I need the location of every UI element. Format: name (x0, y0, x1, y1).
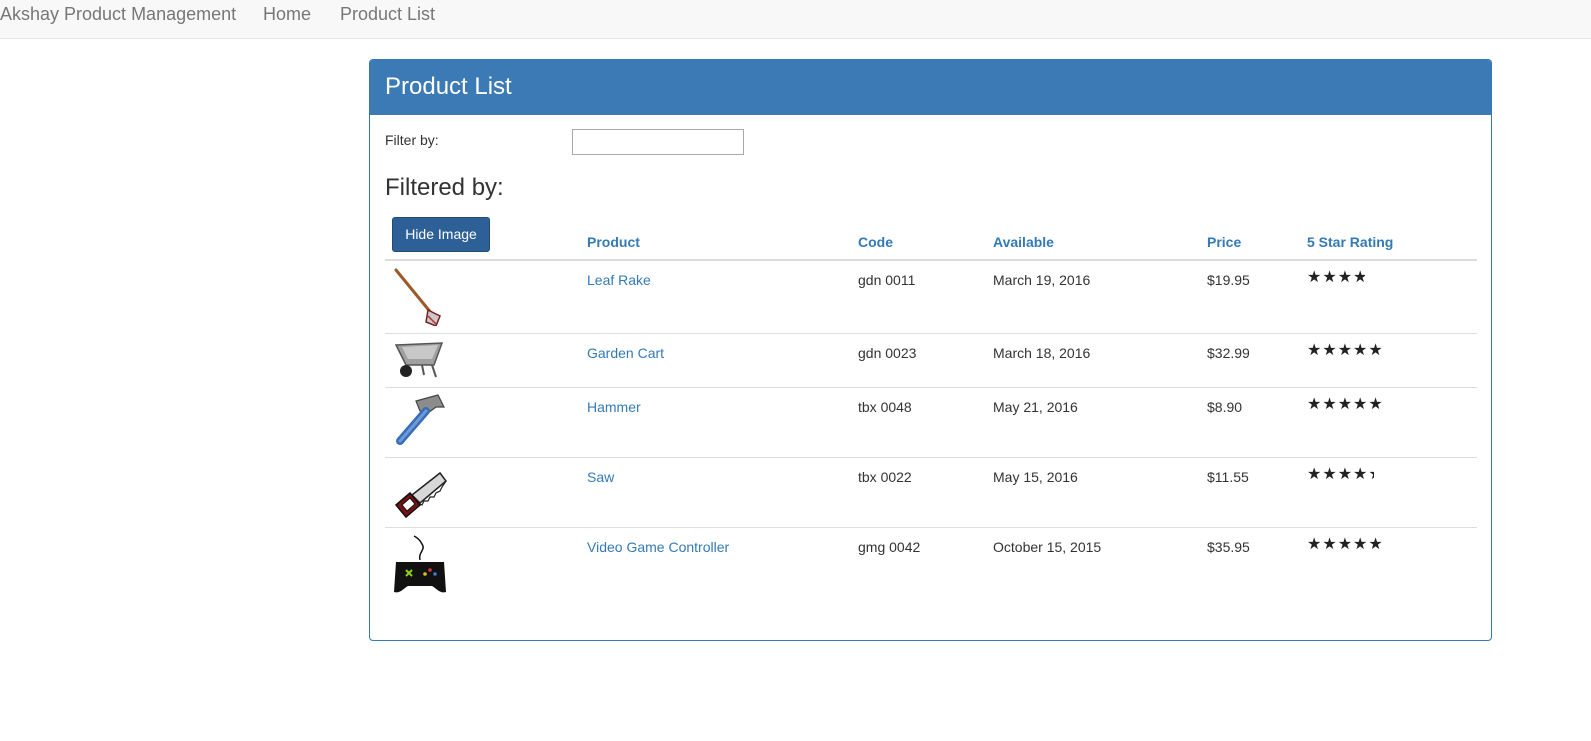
row-divider (385, 387, 1477, 388)
panel-title: Product List (385, 73, 512, 100)
nav-link-home[interactable]: Home (263, 4, 311, 24)
header-product[interactable]: Product (587, 234, 640, 250)
star-rating: ★★★★★ (1307, 537, 1384, 553)
filtered-by-heading: Filtered by: (385, 174, 504, 201)
panel-heading: Product List (370, 60, 1491, 115)
row-divider (385, 333, 1477, 334)
product-code: tbx 0048 (858, 399, 912, 415)
product-name-link[interactable]: Video Game Controller (587, 539, 729, 555)
header-available[interactable]: Available (993, 234, 1054, 250)
product-code: gmg 0042 (858, 539, 921, 555)
product-price: $8.90 (1207, 399, 1243, 415)
header-rating[interactable]: 5 Star Rating (1307, 234, 1393, 250)
filter-input[interactable] (572, 129, 744, 155)
product-code: gdn 0011 (858, 272, 916, 288)
product-price: $35.95 (1207, 539, 1250, 555)
hammer-icon (392, 393, 448, 453)
product-price: $32.99 (1207, 345, 1250, 361)
product-price: $11.55 (1207, 469, 1249, 485)
navbar: Akshay Product Management Home Product L… (0, 0, 1591, 39)
star-rating: ★★★★★ (1307, 467, 1374, 483)
product-code: gdn 0023 (858, 345, 917, 361)
product-available: May 15, 2016 (993, 469, 1078, 485)
product-available: May 21, 2016 (993, 399, 1078, 415)
product-name-link[interactable]: Hammer (587, 399, 641, 415)
product-name-link[interactable]: Leaf Rake (587, 272, 651, 288)
hide-image-button[interactable]: Hide Image (392, 217, 490, 252)
header-code[interactable]: Code (858, 234, 893, 250)
star-rating: ★★★★★ (1307, 343, 1383, 359)
product-name-link[interactable]: Garden Cart (587, 345, 664, 361)
product-available: October 15, 2015 (993, 539, 1102, 555)
wheelbarrow-icon (392, 339, 448, 399)
star-rating: ★★★★★ (1307, 270, 1365, 286)
product-code: tbx 0022 (858, 469, 912, 485)
rake-icon (392, 266, 448, 327)
nav-link-product-list[interactable]: Product List (340, 4, 435, 24)
star-rating: ★★★★★ (1307, 397, 1384, 413)
product-available: March 19, 2016 (993, 272, 1091, 288)
product-name-link[interactable]: Saw (587, 469, 614, 485)
header-price[interactable]: Price (1207, 234, 1241, 250)
product-price: $19.95 (1207, 272, 1250, 288)
saw-icon (392, 465, 448, 525)
product-list-panel: Product List Filter by: Filtered by: Hid… (369, 59, 1492, 641)
brand-link[interactable]: Akshay Product Management (0, 4, 236, 24)
row-divider (385, 457, 1477, 458)
filter-label: Filter by: (385, 132, 439, 148)
row-divider (385, 527, 1477, 528)
header-divider (385, 259, 1477, 261)
game-controller-icon (392, 534, 448, 598)
product-available: March 18, 2016 (993, 345, 1091, 361)
